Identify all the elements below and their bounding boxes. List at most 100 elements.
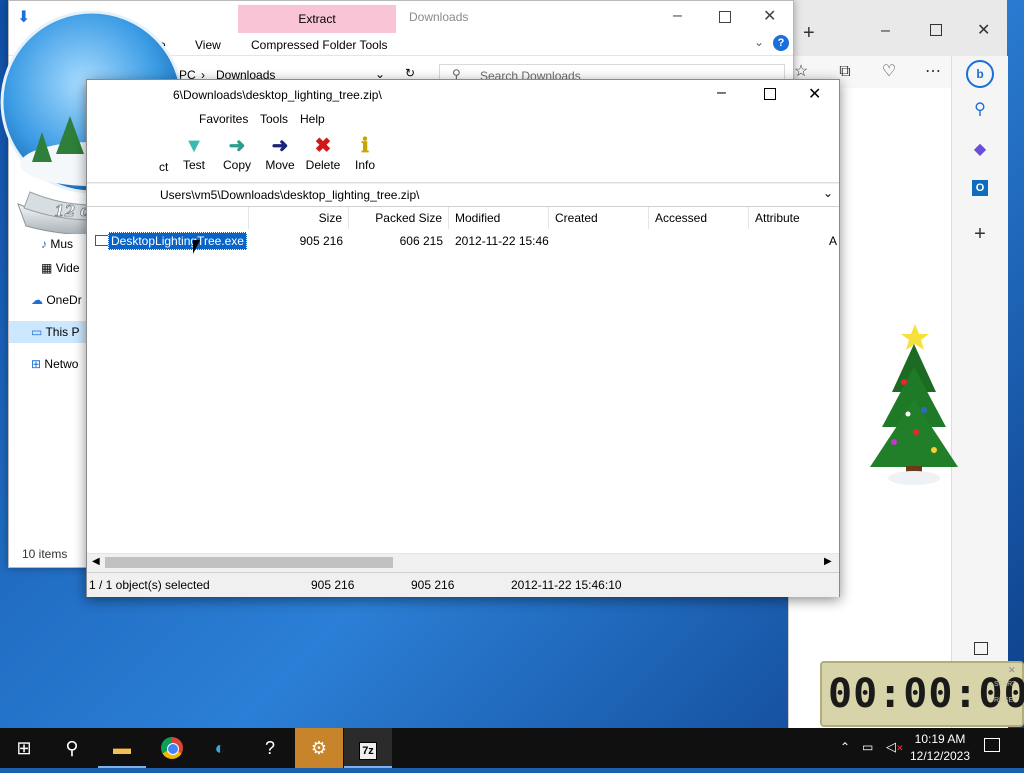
tab-compressed-folder-tools[interactable]: Compressed Folder Tools [251, 38, 388, 52]
chevron-down-icon[interactable]: ⌄ [754, 35, 764, 49]
column-modified[interactable]: Modified [449, 207, 549, 229]
close-icon[interactable]: ✕ [763, 6, 776, 26]
volume-muted-icon[interactable]: ◁✕ [886, 739, 904, 755]
sevenzip-titlebar: 6\Downloads\desktop_lighting_tree.zip\ –… [87, 80, 839, 110]
nav-item-this-pc[interactable]: ▭ This P [9, 321, 87, 343]
column-packed-size[interactable]: Packed Size [349, 207, 449, 229]
status-selected: 1 / 1 object(s) selected [89, 578, 210, 592]
taskbar-date[interactable]: 12/12/2023 [908, 749, 972, 763]
notifications-icon[interactable] [984, 738, 1000, 752]
status-packed: 905 216 [411, 578, 455, 592]
column-size[interactable]: Size [249, 207, 349, 229]
menu-tools[interactable]: Tools [260, 112, 288, 126]
settings-gear-icon[interactable]: ⚙ [295, 728, 343, 768]
scroll-thumb[interactable] [105, 557, 393, 568]
test-button[interactable]: ▼ Test [171, 134, 217, 180]
start-windows-icon[interactable]: ⊞ [0, 728, 48, 768]
nav-item-onedrive[interactable]: ☁ OneDr [31, 289, 82, 311]
taskbar: ⊞ ⚲ ▬ ◐ ? ⚙ 7z ⌃ ▭ ◁✕ 10:19 AM 12/12/202… [0, 728, 1024, 768]
copy-arrow-icon: ➜ [228, 135, 246, 157]
sidebar-toggle-icon[interactable] [974, 642, 988, 655]
test-icon: ▼ [184, 135, 204, 157]
path-dropdown-icon[interactable]: ⌄ [823, 186, 833, 200]
add-sidebar-icon[interactable]: + [968, 222, 992, 246]
help-icon[interactable]: ? [773, 35, 789, 51]
column-attributes[interactable]: Attribute [749, 207, 839, 229]
sevenzip-path-input[interactable]: Users\vm5\Downloads\desktop_lighting_tre… [87, 184, 839, 207]
stopwatch-reset-button[interactable]: RESET [994, 697, 1017, 704]
menu-favorites[interactable]: Favorites [199, 112, 248, 126]
delete-label: Delete [305, 158, 341, 172]
horizontal-scrollbar[interactable]: ◀ ▶ [87, 553, 839, 571]
network-icon[interactable]: ▭ [862, 740, 873, 754]
window-title: Downloads [409, 10, 469, 24]
edge-icon[interactable]: ◐ [196, 728, 244, 768]
chrome-icon[interactable] [148, 728, 196, 768]
extract-button-partial[interactable]: ct [159, 160, 168, 174]
outlook-icon[interactable]: O [972, 180, 988, 196]
tab-view[interactable]: View [195, 38, 221, 52]
more-options-icon[interactable]: ⋯ [921, 60, 945, 84]
close-icon[interactable]: ✕ [808, 84, 821, 104]
nav-item-label: Vide [55, 261, 80, 275]
close-icon[interactable]: ✕ [977, 20, 990, 40]
delete-x-icon: ✖ [314, 135, 332, 157]
office-icon[interactable]: ◆ [968, 138, 992, 162]
chevron-up-icon[interactable]: ⌃ [840, 740, 850, 754]
file-explorer-icon[interactable]: ▬ [98, 728, 146, 768]
file-name[interactable]: DesktopLightingTree.exe [108, 232, 247, 250]
info-button[interactable]: ℹ Info [342, 134, 388, 180]
scroll-left-icon[interactable]: ◀ [92, 556, 100, 567]
mouse-cursor [193, 240, 200, 254]
search-icon[interactable]: ⚲ [968, 98, 992, 122]
sevenzip-status-bar: 1 / 1 object(s) selected 905 216 905 216… [87, 572, 839, 597]
status-size: 905 216 [311, 578, 355, 592]
maximize-icon[interactable] [930, 24, 942, 36]
minimize-icon[interactable]: – [881, 22, 890, 40]
delete-button[interactable]: ✖ Delete [300, 134, 346, 180]
window-title: 6\Downloads\desktop_lighting_tree.zip\ [173, 88, 382, 102]
explorer-status-count: 10 items [22, 547, 68, 561]
tab-extract[interactable]: Extract [238, 5, 396, 33]
path-value: Users\vm5\Downloads\desktop_lighting_tre… [160, 188, 420, 202]
sevenzip-file-list: Size Packed Size Modified Created Access… [87, 207, 839, 553]
help-chat-icon[interactable]: ? [246, 728, 294, 768]
refresh-icon[interactable]: ↻ [405, 66, 415, 80]
file-attributes: A [829, 234, 838, 248]
menu-help[interactable]: Help [300, 112, 325, 126]
stopwatch-widget: 00:00:00 START RESET ✕ [820, 661, 1024, 727]
column-name[interactable] [87, 207, 249, 229]
stopwatch-start-button[interactable]: START [994, 681, 1016, 688]
nav-item-label: This P [45, 325, 80, 339]
new-tab-icon[interactable]: + [803, 22, 815, 45]
status-modified: 2012-11-22 15:46:10 [511, 578, 622, 592]
minimize-icon[interactable]: – [673, 7, 682, 25]
nav-item-videos[interactable]: ▦ Vide [41, 257, 80, 279]
move-label: Move [265, 158, 295, 172]
maximize-icon[interactable] [719, 11, 731, 23]
nav-item-music[interactable]: ♪ Mus [41, 233, 73, 255]
file-modified: 2012-11-22 15:46 [455, 234, 549, 248]
bing-copilot-icon[interactable]: b [966, 60, 994, 88]
close-icon[interactable]: ✕ [1008, 665, 1016, 676]
sevenzip-icon[interactable]: 7z [344, 728, 392, 768]
copy-label: Copy [222, 158, 251, 172]
sevenzip-toolbar: ct ▼ Test ➜ Copy ➜ Move ✖ Delete ℹ Info [87, 130, 839, 183]
maximize-icon[interactable] [764, 88, 776, 100]
move-arrow-icon: ➜ [271, 135, 289, 157]
taskbar-time[interactable]: 10:19 AM [910, 732, 970, 746]
search-icon[interactable]: ⚲ [48, 728, 96, 768]
music-icon: ♪ [41, 237, 47, 251]
minimize-icon[interactable]: – [717, 84, 726, 102]
sevenzip-window: 6\Downloads\desktop_lighting_tree.zip\ –… [86, 79, 840, 597]
exe-file-icon [95, 235, 109, 246]
christmas-tree-icon [870, 324, 958, 485]
copy-button[interactable]: ➜ Copy [214, 134, 260, 180]
nav-item-network[interactable]: ⊞ Netwo [31, 353, 78, 375]
column-created[interactable]: Created [549, 207, 649, 229]
browser-essentials-icon[interactable]: ♡ [877, 60, 901, 84]
column-accessed[interactable]: Accessed [649, 207, 749, 229]
edge-tab-bar: + – ✕ [789, 0, 1007, 56]
move-button[interactable]: ➜ Move [257, 134, 303, 180]
scroll-right-icon[interactable]: ▶ [824, 556, 832, 567]
